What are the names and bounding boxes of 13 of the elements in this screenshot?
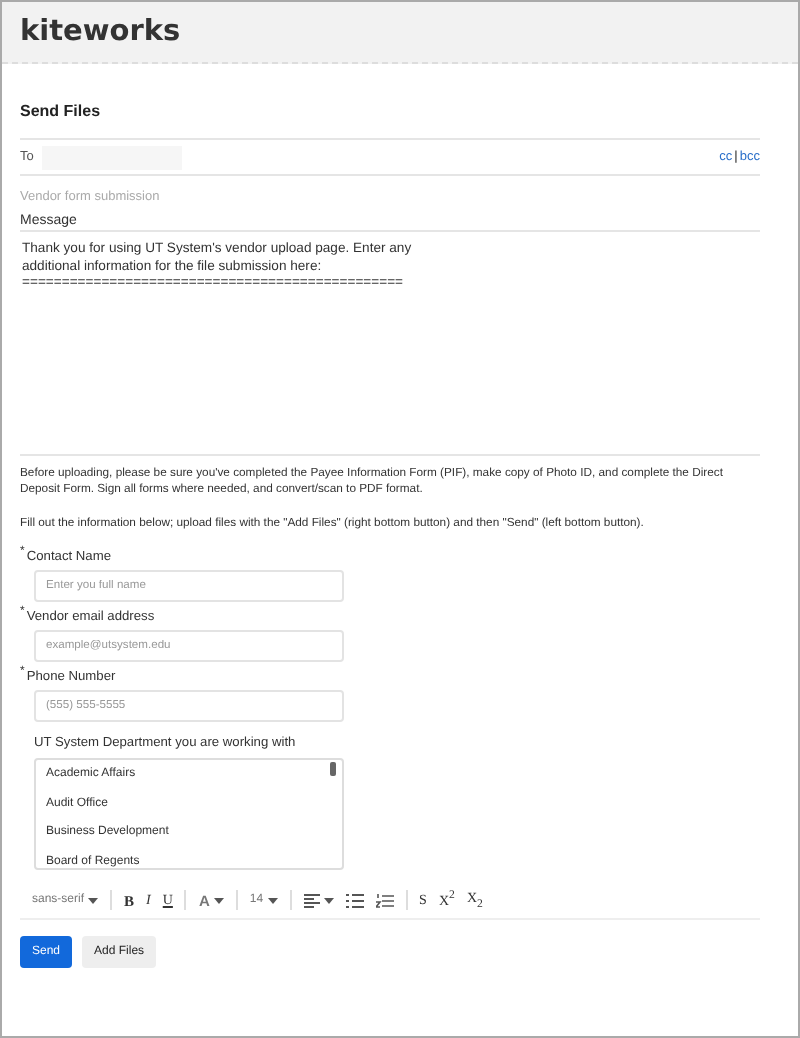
numbered-list-button[interactable] xyxy=(371,893,398,907)
caret-icon xyxy=(267,897,278,903)
logo-text: kiteworks xyxy=(20,16,181,48)
bullet-list-button[interactable] xyxy=(341,893,368,907)
caret-icon xyxy=(88,897,99,903)
bullet-list-icon xyxy=(345,893,364,907)
align-button[interactable] xyxy=(299,893,338,907)
page-title: Send Files xyxy=(20,102,103,120)
caret-icon xyxy=(213,897,224,903)
scrollbar-thumb[interactable] xyxy=(330,762,336,776)
align-icon xyxy=(303,893,320,907)
numbered-list-icon xyxy=(375,893,394,907)
caret-icon xyxy=(323,897,334,903)
